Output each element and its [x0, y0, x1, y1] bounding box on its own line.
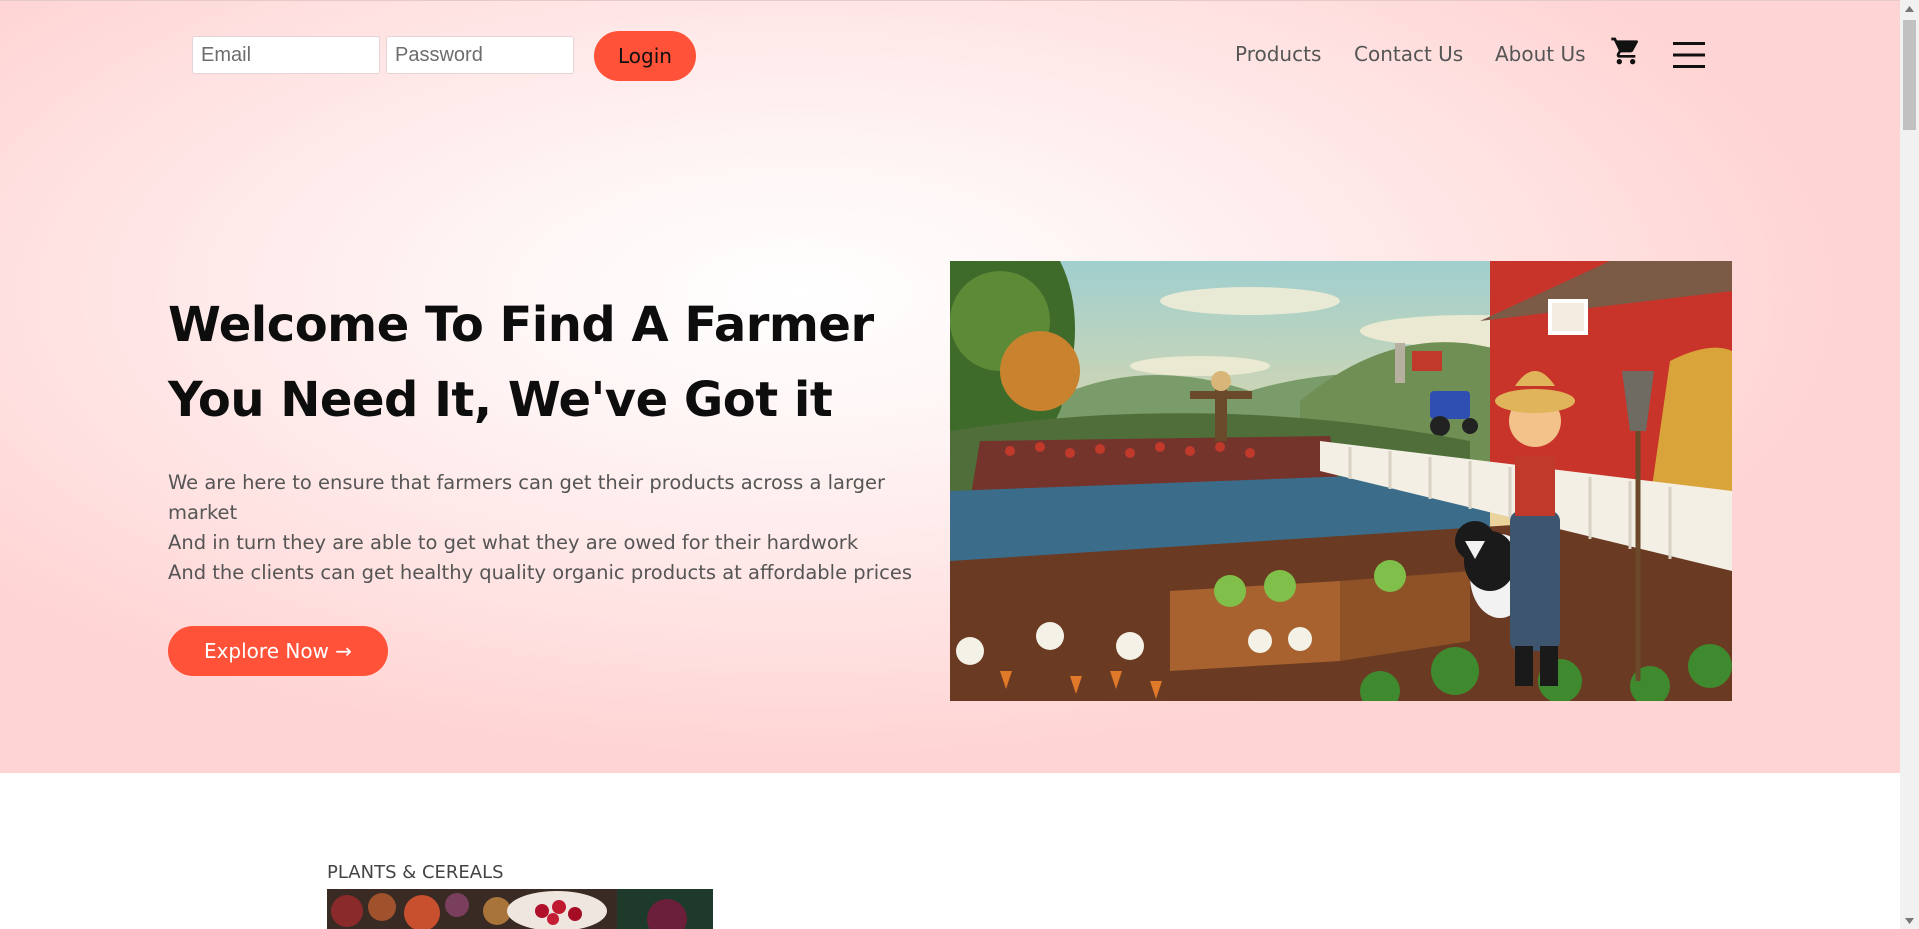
nav-link-about-us[interactable]: About Us — [1495, 42, 1586, 66]
hamburger-menu-icon[interactable] — [1673, 40, 1705, 70]
cart-icon[interactable] — [1610, 34, 1642, 68]
password-field[interactable] — [386, 36, 574, 74]
scroll-down-arrow-icon[interactable] — [1900, 912, 1919, 929]
vertical-scrollbar[interactable] — [1900, 0, 1919, 929]
nav-link-contact-us[interactable]: Contact Us — [1354, 42, 1463, 66]
hero-description: We are here to ensure that farmers can g… — [168, 468, 948, 588]
hero-title-line-1: Welcome To Find A Farmer — [168, 297, 874, 353]
hero-description-line-2: And in turn they are able to get what th… — [168, 531, 859, 554]
scroll-up-arrow-icon[interactable] — [1900, 0, 1919, 17]
hero-description-line-1: We are here to ensure that farmers can g… — [168, 471, 886, 524]
hero-title-line-2: You Need It, We've Got it — [168, 372, 833, 428]
category-label-plants-cereals: PLANTS & CEREALS — [327, 862, 504, 883]
scrollbar-thumb[interactable] — [1903, 20, 1916, 130]
plants-cereals-image[interactable] — [327, 889, 713, 929]
nav-link-products[interactable]: Products — [1235, 42, 1321, 66]
farm-illustration-image — [950, 261, 1732, 701]
hero-description-line-3: And the clients can get healthy quality … — [168, 561, 912, 584]
email-field[interactable] — [192, 36, 380, 74]
explore-now-button[interactable]: Explore Now → — [168, 626, 388, 676]
hero-title: Welcome To Find A Farmer You Need It, We… — [168, 288, 874, 438]
login-button[interactable]: Login — [594, 31, 696, 81]
